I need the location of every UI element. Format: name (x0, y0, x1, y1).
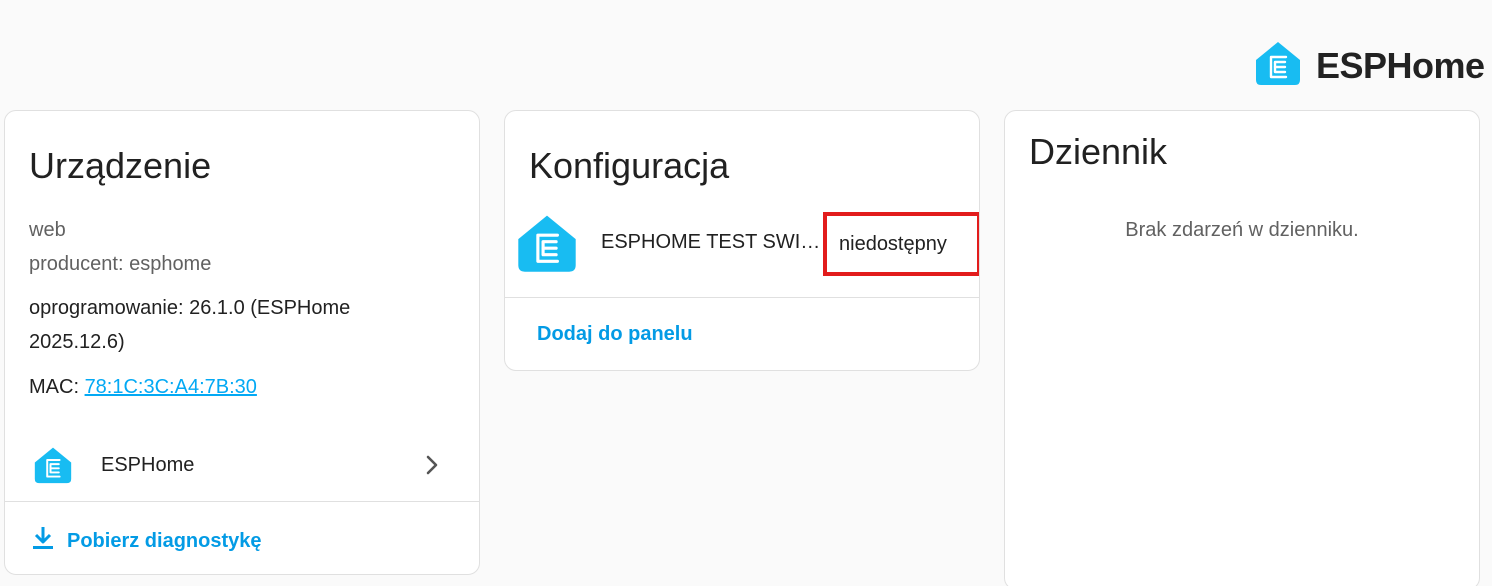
integration-label: ESPHome (101, 453, 195, 476)
esphome-logo-icon (33, 446, 73, 489)
add-to-panel-label: Dodaj do panelu (537, 323, 693, 345)
download-diagnostics-button[interactable]: Pobierz diagnostykę (31, 525, 262, 557)
device-manufacturer: producent: esphome (29, 253, 212, 275)
mac-label: MAC: (29, 376, 85, 398)
integration-row-esphome[interactable]: ESPHome (5, 437, 479, 493)
device-mac-line: MAC: 78:1C:3C:A4:7B:30 (29, 376, 257, 399)
brand-header: ESPHome (1254, 40, 1485, 91)
brand-name: ESPHome (1316, 44, 1485, 86)
device-info-card: Urządzenie web producent: esphome oprogr… (4, 110, 480, 575)
log-card-title: Dziennik (1029, 131, 1168, 172)
device-page: ESPHome Urządzenie web producent: esphom… (0, 0, 1492, 586)
esphome-logo-icon (1254, 40, 1302, 91)
device-card-divider (5, 501, 479, 502)
config-card-title: Konfiguracja (529, 145, 730, 186)
entity-state-label: niedostępny (839, 232, 947, 255)
config-card-divider (505, 297, 979, 298)
device-card-title: Urządzenie (29, 145, 212, 186)
log-empty-message: Brak zdarzeń w dzienniku. (1125, 219, 1359, 241)
logbook-card: Dziennik Brak zdarzeń w dzienniku. (1004, 110, 1480, 586)
add-to-panel-button[interactable]: Dodaj do panelu (537, 323, 693, 346)
device-model: web (29, 219, 66, 241)
chevron-right-icon (423, 454, 441, 481)
device-firmware: oprogramowanie: 26.1.0 (ESPHome (29, 297, 351, 319)
mac-address-link[interactable]: 78:1C:3C:A4:7B:30 (85, 376, 257, 398)
download-icon (31, 525, 55, 557)
configuration-card: Konfiguracja ESPHOME TEST SWIT… niedostę… (504, 110, 980, 371)
device-firmware-version: 2025.12.6) (29, 331, 125, 353)
entity-state-badge: niedostępny (823, 212, 979, 276)
entity-name: ESPHOME TEST SWIT… (601, 231, 823, 253)
esphome-logo-icon (515, 213, 579, 278)
download-diagnostics-label: Pobierz diagnostykę (67, 529, 262, 552)
